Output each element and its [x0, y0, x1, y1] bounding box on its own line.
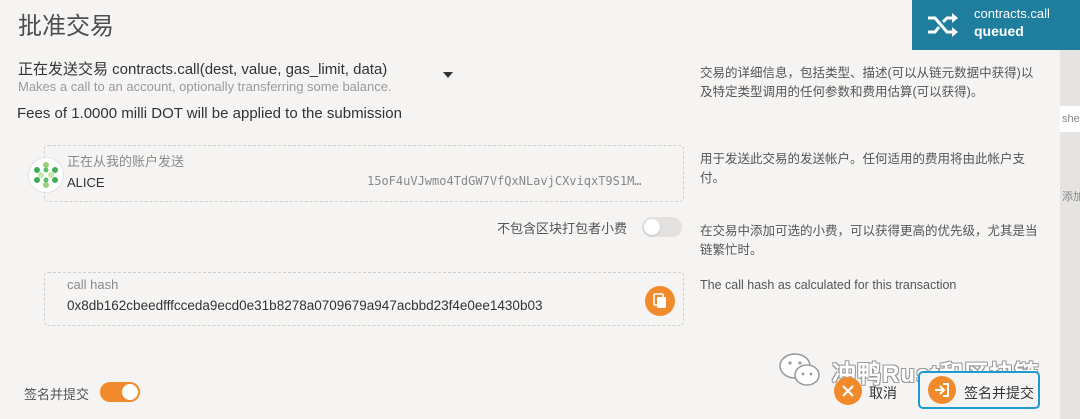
toast-method: contracts.call — [974, 6, 1050, 21]
call-hash-label: call hash — [67, 277, 119, 292]
modal-title: 批准交易 — [18, 13, 114, 40]
copy-button[interactable] — [645, 286, 675, 316]
sign-and-submit-toggle[interactable] — [100, 382, 140, 402]
fees-text: Fees of 1.0000 milli DOT will be applied… — [17, 105, 402, 122]
call-hash-field[interactable]: call hash 0x8db162cbeedfffcceda9ecd0e31b… — [44, 272, 684, 326]
background-fragment: 添加 — [1060, 184, 1080, 210]
transaction-help-text: 交易的详细信息，包括类型、描述(可以从链元数据中获得)以及特定类型调用的任何参数… — [700, 66, 1034, 99]
call-hash-value: 0x8db162cbeedfffcceda9ecd0e31b8278a07096… — [67, 298, 543, 313]
toast-status: queued — [974, 23, 1024, 39]
tip-toggle[interactable] — [642, 217, 682, 237]
sign-and-submit-label: 签名并提交 — [964, 385, 1034, 401]
cancel-icon — [834, 377, 862, 405]
sender-account-label: 正在从我的账户发送 — [67, 154, 185, 169]
call-hash-help-text: The call hash as calculated for this tra… — [700, 278, 957, 292]
account-help-text: 用于发送此交易的发送帐户。任何适用的费用将由此帐户支付。 — [700, 152, 1026, 185]
sender-account-address: 15oF4uVJwmo4TdGW7VfQxNLavjCXviqxT9S1M… — [367, 174, 642, 188]
toggle-knob — [644, 219, 660, 235]
sender-account-field[interactable]: 正在从我的账户发送 ALICE 15oF4uVJwmo4TdGW7VfQxNLa… — [44, 145, 684, 202]
sender-account-name: ALICE — [67, 175, 105, 190]
call-signature: 正在发送交易 contracts.call(dest, value, gas_l… — [18, 61, 388, 78]
wechat-logo-icon — [776, 350, 826, 390]
cancel-label: 取消 — [869, 385, 897, 401]
background-page-strip: she 添加 — [1060, 0, 1080, 419]
background-fragment: she — [1060, 106, 1080, 132]
tip-help-text: 在交易中添加可选的小费，可以获得更高的优先级，尤其是当链繁忙时。 — [700, 224, 1038, 257]
call-description: Makes a call to an account, optionally t… — [18, 79, 392, 94]
sign-and-submit-button[interactable]: 签名并提交 — [918, 371, 1040, 409]
tip-toggle-label: 不包含区块打包者小费 — [497, 221, 628, 236]
sign-toggle-label: 签名并提交 — [24, 387, 90, 402]
expand-caret-icon[interactable] — [443, 72, 453, 78]
toggle-knob — [122, 384, 138, 400]
sign-in-icon — [928, 376, 956, 404]
approve-transaction-modal: 批准交易 正在发送交易 contracts.call(dest, value, … — [0, 0, 1060, 419]
shuffle-icon — [926, 12, 960, 38]
status-toast: contracts.call queued — [912, 0, 1080, 50]
account-identicon-icon — [28, 157, 64, 193]
copy-icon — [653, 293, 666, 308]
